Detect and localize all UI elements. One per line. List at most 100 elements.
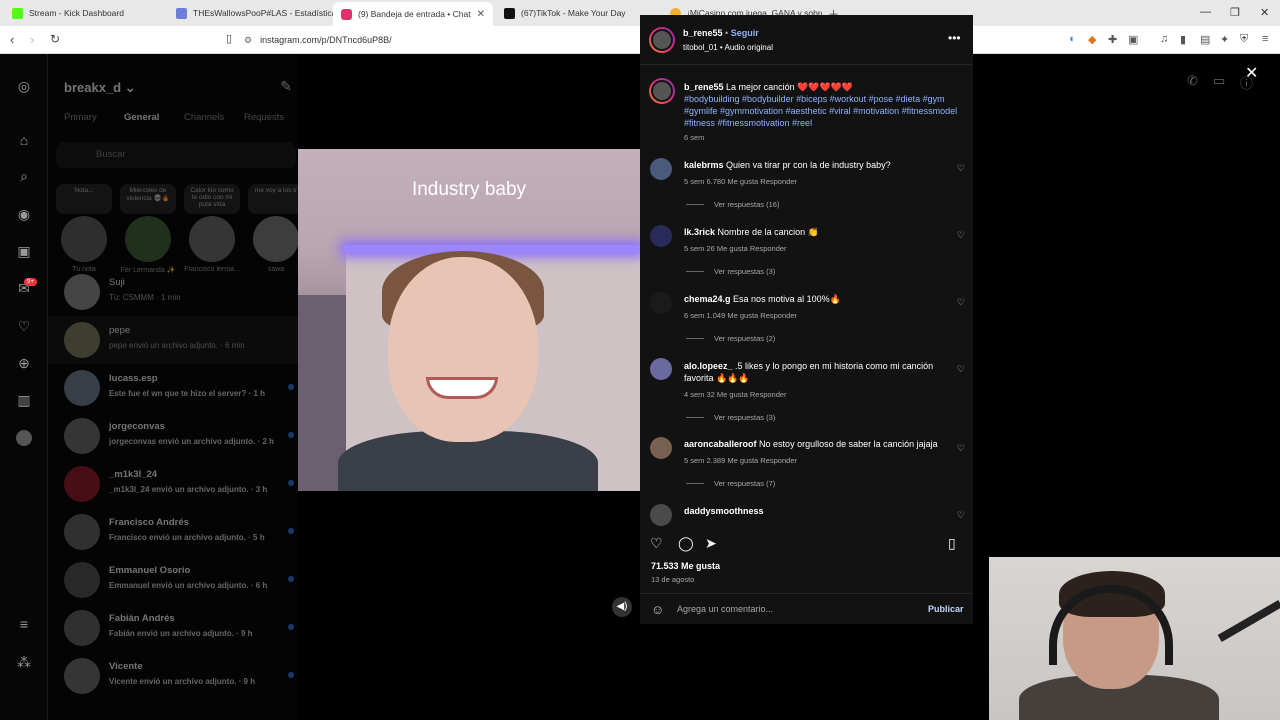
like-comment-icon[interactable]: ♡	[957, 510, 965, 521]
avatar[interactable]	[650, 358, 672, 380]
chat-item[interactable]: pepe pepe envió un archivo adjunto. · 6 …	[48, 316, 298, 364]
forward-icon[interactable]: ›	[30, 32, 34, 47]
leo-icon[interactable]: ✦	[1220, 33, 1229, 46]
chat-item[interactable]: lucass.esp Este fue el wn que te hizo el…	[48, 364, 298, 412]
comment-icon[interactable]: ◯	[678, 535, 694, 552]
close-icon[interactable]: ✕	[477, 9, 485, 20]
chat-item[interactable]: Suji Tú: CSMMM · 1 min	[48, 268, 298, 316]
dashboard-icon[interactable]: ▥	[16, 392, 32, 408]
chat-item[interactable]: Fabián Andrés Fabián envió un archivo ad…	[48, 604, 298, 652]
explore-icon[interactable]: ◉	[16, 206, 32, 222]
note-item[interactable]: Nota... Tu nota	[56, 184, 112, 273]
share-icon[interactable]: ➤	[705, 535, 717, 552]
instagram-icon	[341, 8, 352, 20]
screenshot-icon[interactable]: ▣	[1128, 33, 1138, 46]
hashtags[interactable]: #bodybuilding #bodybuilder #biceps #work…	[684, 93, 964, 129]
video-call-icon[interactable]: ▭	[1213, 73, 1225, 89]
avatar	[64, 370, 100, 406]
post-panel: b_rene55 • Seguir titobol_01 • Audio ori…	[640, 15, 973, 624]
instagram-logo-icon[interactable]: ◎	[16, 78, 32, 94]
audio-label[interactable]: titobol_01 • Audio original	[683, 43, 773, 52]
reels-icon[interactable]: ▣	[16, 243, 32, 259]
comment-input[interactable]: Agrega un comentario...	[677, 604, 773, 614]
menu-icon[interactable]: ≡	[1262, 33, 1268, 45]
like-comment-icon[interactable]: ♡	[957, 297, 965, 308]
tab-instagram[interactable]: (9) Bandeja de entrada • Chat ✕	[333, 2, 493, 26]
like-comment-icon[interactable]: ♡	[957, 364, 965, 375]
close-modal-icon[interactable]: ✕	[1245, 63, 1258, 83]
chat-item[interactable]: Vicente Vicente envió un archivo adjunto…	[48, 652, 298, 700]
tab-channels[interactable]: Channels	[184, 112, 244, 123]
view-replies[interactable]: Ver respuestas (3)	[686, 267, 775, 276]
author-avatar[interactable]	[649, 27, 675, 53]
view-replies[interactable]: Ver respuestas (16)	[686, 200, 779, 209]
follow-button[interactable]: Seguir	[731, 28, 759, 38]
reload-icon[interactable]: ↻	[50, 32, 60, 46]
vpn-icon[interactable]: ⛨	[1240, 33, 1248, 46]
post-date: 13 de agosto	[651, 575, 695, 584]
tab-kick[interactable]: Stream - Kick Dashboard	[4, 2, 169, 24]
wallet-icon[interactable]: ◆	[1088, 33, 1096, 46]
like-comment-icon[interactable]: ♡	[957, 443, 965, 454]
author-name[interactable]: b_rene55	[683, 28, 723, 38]
reel-video[interactable]: Industry baby	[298, 149, 640, 491]
chat-item[interactable]: jorgeconvas jorgeconvas envió un archivo…	[48, 412, 298, 460]
tab-primary[interactable]: Primary	[64, 112, 124, 123]
minimize-icon[interactable]: —	[1200, 6, 1211, 18]
wallet-panel-icon[interactable]: ▤	[1200, 33, 1210, 46]
media-icon[interactable]: ♫	[1160, 33, 1168, 45]
window-close-icon[interactable]: ✕	[1260, 6, 1269, 19]
chat-item[interactable]: Emmanuel Osorio Emmanuel envió un archiv…	[48, 556, 298, 604]
avatar	[64, 274, 100, 310]
also-from-meta-icon[interactable]: ⁂	[16, 654, 32, 670]
avatar[interactable]	[650, 292, 672, 314]
tab-stats[interactable]: THEsWallowsPooP#LAS - Estadísticas	[168, 2, 333, 24]
webcam-overlay	[989, 557, 1280, 720]
note-item[interactable]: Miércoles de violencia 💀🔥 Fer Lermanda ✨	[120, 184, 176, 274]
tab-tiktok[interactable]: (67)TikTok - Make Your Day	[496, 2, 656, 24]
avatar[interactable]	[650, 225, 672, 247]
view-replies[interactable]: Ver respuestas (7)	[686, 479, 775, 488]
compose-icon[interactable]: ✎	[280, 78, 292, 95]
more-options-icon[interactable]: •••	[948, 31, 961, 45]
tab-requests[interactable]: Requests	[244, 112, 304, 123]
profile-avatar[interactable]	[16, 430, 32, 446]
caption-avatar[interactable]	[649, 78, 675, 104]
dm-username[interactable]: breakx_d ⌄	[64, 80, 136, 96]
like-comment-icon[interactable]: ♡	[957, 230, 965, 241]
phone-icon[interactable]: ✆	[1187, 73, 1198, 89]
avatar[interactable]	[650, 437, 672, 459]
emoji-icon[interactable]: ☺	[651, 602, 664, 617]
view-replies[interactable]: Ver respuestas (2)	[686, 334, 775, 343]
chat-item[interactable]: Francisco Andrés Francisco envió un arch…	[48, 508, 298, 556]
avatar	[64, 610, 100, 646]
notifications-icon[interactable]: ♡	[16, 318, 32, 334]
search-icon[interactable]: ⌕	[16, 168, 32, 184]
avatar[interactable]	[650, 158, 672, 180]
note-item[interactable]: me voy a los tr sawa	[248, 184, 304, 273]
save-icon[interactable]: ▯	[948, 535, 956, 552]
avatar	[64, 418, 100, 454]
bookmark-icon[interactable]: ▯	[226, 32, 232, 45]
view-replies[interactable]: Ver respuestas (3)	[686, 413, 775, 422]
volume-icon[interactable]: ◀)	[612, 597, 632, 617]
publish-button[interactable]: Publicar	[928, 604, 964, 614]
tab-general[interactable]: General	[124, 112, 184, 123]
home-icon[interactable]: ⌂	[16, 132, 32, 148]
audio-playing-icon[interactable]: ◖	[1068, 33, 1075, 45]
create-icon[interactable]: ⊕	[16, 355, 32, 371]
note-item[interactable]: Calor kio como te odio con mi puta vida …	[184, 184, 240, 273]
site-info-icon[interactable]: ⚙	[244, 35, 252, 46]
like-count[interactable]: 71.533 Me gusta	[651, 561, 720, 571]
back-icon[interactable]: ‹	[10, 32, 14, 47]
maximize-icon[interactable]: ❐	[1230, 6, 1240, 19]
like-icon[interactable]: ♡	[650, 535, 663, 552]
dm-search-input[interactable]: Buscar	[56, 142, 296, 168]
avatar[interactable]	[650, 504, 672, 526]
extensions-icon[interactable]: ✚	[1108, 33, 1117, 46]
chat-item[interactable]: _m1k3l_24 _m1k3l_24 envió un archivo adj…	[48, 460, 298, 508]
more-menu-icon[interactable]: ≡	[16, 616, 32, 632]
comment-bar: ☺ Agrega un comentario... Publicar	[640, 593, 973, 624]
like-comment-icon[interactable]: ♡	[957, 163, 965, 174]
sidebar-icon[interactable]: ▮	[1180, 33, 1186, 46]
